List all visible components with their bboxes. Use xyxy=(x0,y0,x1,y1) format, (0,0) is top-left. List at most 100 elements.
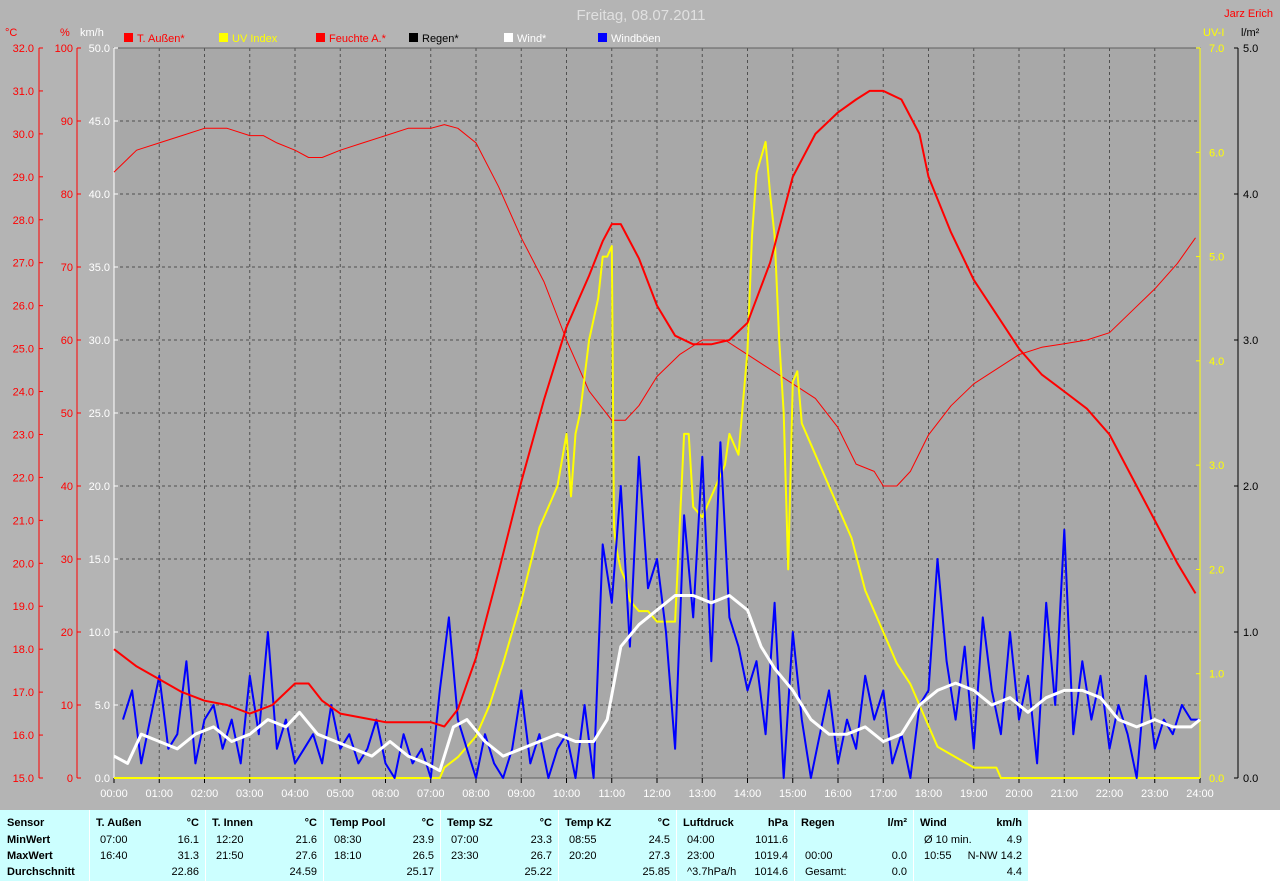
wind-tick-label: 40.0 xyxy=(89,189,110,201)
wind-tick-label: 25.0 xyxy=(89,408,110,420)
stats-time: 18:10 xyxy=(334,850,362,862)
temp-tick-label: 32.0 xyxy=(13,43,34,55)
temp-tick-label: 30.0 xyxy=(13,129,34,141)
wind-unit-label: km/h xyxy=(80,27,104,39)
hum-tick-label: 20 xyxy=(61,627,73,639)
stats-value: 21.6 xyxy=(295,834,317,846)
stats-time: 12:20 xyxy=(216,834,244,846)
stats-block: Regen l/m² 00:00 0.0 Gesamt: 0.0 xyxy=(795,810,913,881)
temp-tick-label: 31.0 xyxy=(13,86,34,98)
stats-value: 4.9 xyxy=(1006,834,1022,846)
stats-block: Temp KZ °C 08:55 24.5 20:20 27.3 25.85 xyxy=(559,810,676,881)
temp-tick-label: 17.0 xyxy=(13,687,34,699)
x-tick-label: 22:00 xyxy=(1096,788,1124,800)
wind-tick-label: 5.0 xyxy=(95,700,110,712)
hum-tick-label: 50 xyxy=(61,408,73,420)
stats-block-title: Temp SZ xyxy=(447,817,493,829)
weather-chart: 15.0 16.0 17.0 18.0 19.0 20.0 21.0 22.0 23.0 24.0… xyxy=(0,0,1280,808)
stats-block-title: Luftdruck xyxy=(683,817,734,829)
stats-block: Luftdruck hPa 04:00 1011.6 23:00 1019.4 ^3.7hP… xyxy=(677,810,794,881)
uv-tick-label: 1.0 xyxy=(1209,669,1224,681)
stats-value: 22.86 xyxy=(171,866,199,878)
stats-row-label: MaxWert xyxy=(7,850,53,862)
uv-tick-label: 2.0 xyxy=(1209,564,1224,576)
x-tick-label: 05:00 xyxy=(326,788,354,800)
temp-tick-label: 19.0 xyxy=(13,601,34,613)
stats-value: N-NW 14.2 xyxy=(967,850,1022,862)
legend-label: Wind* xyxy=(517,33,547,45)
stats-block-title: T. Innen xyxy=(212,817,253,829)
stats-value: 23.9 xyxy=(412,834,434,846)
legend-label: Windböen xyxy=(611,33,661,45)
temp-tick-label: 27.0 xyxy=(13,258,34,270)
stats-panel: Sensor MinWert MaxWert Durchschnitt T. Außen… xyxy=(0,810,1280,881)
wind-tick-label: 30.0 xyxy=(89,335,110,347)
stats-time: 23:30 xyxy=(451,850,479,862)
wind-tick-label: 50.0 xyxy=(89,43,110,55)
x-tick-label: 18:00 xyxy=(915,788,943,800)
stats-row-label: MinWert xyxy=(7,834,51,846)
wind-tick-label: 10.0 xyxy=(89,627,110,639)
stats-block-title: Wind xyxy=(920,817,947,829)
wind-tick-label: 45.0 xyxy=(89,116,110,128)
x-tick-label: 21:00 xyxy=(1050,788,1078,800)
wind-tick-label: 35.0 xyxy=(89,262,110,274)
legend-label: Regen* xyxy=(422,33,459,45)
legend-swatch xyxy=(598,33,607,42)
hum-tick-label: 90 xyxy=(61,116,73,128)
x-tick-label: 14:00 xyxy=(734,788,762,800)
legend-label: T. Außen* xyxy=(137,33,185,45)
temp-tick-label: 22.0 xyxy=(13,472,34,484)
x-tick-label: 04:00 xyxy=(281,788,309,800)
stats-block: T. Innen °C 12:20 21.6 21:50 27.6 24.59 xyxy=(206,810,323,881)
stats-block-unit: °C xyxy=(657,817,670,829)
rain-tick-label: 5.0 xyxy=(1243,43,1258,55)
stats-value: 1019.4 xyxy=(754,850,788,862)
stats-block-title: Temp Pool xyxy=(330,817,386,829)
uv-unit-label: UV-I xyxy=(1203,27,1224,39)
rain-tick-label: 4.0 xyxy=(1243,189,1258,201)
uv-tick-label: 6.0 xyxy=(1209,147,1224,159)
hum-tick-label: 10 xyxy=(61,700,73,712)
stats-block-unit: °C xyxy=(304,817,317,829)
hum-tick-label: 80 xyxy=(61,189,73,201)
x-tick-label: 09:00 xyxy=(507,788,535,800)
stats-time: 10:55 xyxy=(924,850,952,862)
stats-block-title: Temp KZ xyxy=(565,817,612,829)
stats-time: Gesamt: xyxy=(805,866,847,878)
uv-tick-label: 7.0 xyxy=(1209,43,1224,55)
stats-time: 16:40 xyxy=(100,850,128,862)
chart-title: Freitag, 08.07.2011 xyxy=(577,7,706,24)
stats-value: 26.5 xyxy=(412,850,434,862)
temp-tick-label: 16.0 xyxy=(13,730,34,742)
hum-unit-label: % xyxy=(60,27,70,39)
uv-tick-label: 5.0 xyxy=(1209,252,1224,264)
stats-value: 16.1 xyxy=(177,834,199,846)
stats-block-unit: °C xyxy=(539,817,552,829)
x-tick-label: 13:00 xyxy=(688,788,716,800)
temp-tick-label: 20.0 xyxy=(13,558,34,570)
legend-swatch xyxy=(504,33,513,42)
temp-tick-label: 25.0 xyxy=(13,344,34,356)
stats-value: 25.17 xyxy=(406,866,434,878)
stats-block: Wind km/h Ø 10 min. 4.9 10:55 N-NW 14.2 4.4 xyxy=(914,810,1028,881)
stats-time: 08:30 xyxy=(334,834,362,846)
stats-block-unit: °C xyxy=(421,817,434,829)
stats-value: 1011.6 xyxy=(755,834,788,846)
stats-value: 31.3 xyxy=(177,850,199,862)
stats-time: 23:00 xyxy=(687,850,715,862)
wind-tick-label: 15.0 xyxy=(89,554,110,566)
stats-value: 1014.6 xyxy=(754,866,788,878)
stats-value: 26.7 xyxy=(530,850,552,862)
stats-time: 00:00 xyxy=(805,850,833,862)
hum-tick-label: 70 xyxy=(61,262,73,274)
x-tick-label: 06:00 xyxy=(372,788,400,800)
rain-tick-label: 0.0 xyxy=(1243,773,1258,785)
rain-tick-label: 2.0 xyxy=(1243,481,1258,493)
stats-block-unit: °C xyxy=(186,817,199,829)
stats-time: 04:00 xyxy=(687,834,715,846)
legend-swatch xyxy=(124,33,133,42)
stats-value: 27.6 xyxy=(295,850,317,862)
temp-unit-label: °C xyxy=(5,27,17,39)
x-tick-label: 01:00 xyxy=(145,788,173,800)
